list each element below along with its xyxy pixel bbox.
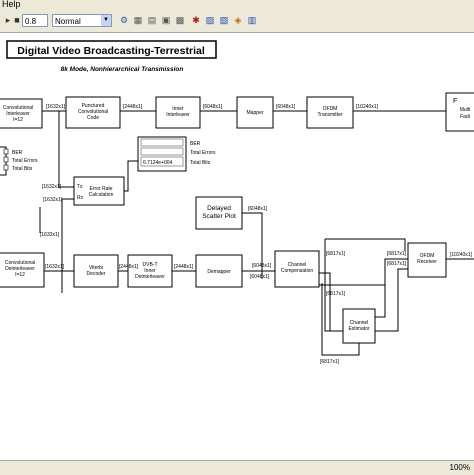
svg-text:BER: BER [12, 150, 23, 156]
svg-text:Fadi: Fadi [460, 114, 470, 120]
diagram-subtitle: 8k Mode, Nonhierarchical Transmission [61, 66, 184, 73]
svg-text:Demapper: Demapper [207, 269, 231, 275]
svg-text:[1632x1]: [1632x1] [43, 197, 63, 203]
svg-text:[6048x1]: [6048x1] [276, 104, 296, 110]
svg-text:[6817x1]: [6817x1] [320, 359, 340, 365]
svg-text:Code: Code [87, 115, 99, 121]
svg-text:Total Errors: Total Errors [12, 158, 38, 164]
svg-text:[10240x1]: [10240x1] [450, 252, 473, 258]
svg-text:I=12: I=12 [15, 272, 25, 278]
total-bits-value: 6.7124e+004 [143, 160, 173, 166]
error-rate-calculation-block[interactable]: Tx Rx Error Rate Calculation [73, 176, 125, 206]
svg-text:I=12: I=12 [13, 117, 23, 123]
profile-icon[interactable]: ▨ [204, 14, 216, 26]
demapper-block[interactable]: Demapper [195, 254, 243, 288]
inner-interleaver-block[interactable]: Inner Interleaver [155, 96, 201, 129]
svg-text:[2448x1]: [2448x1] [174, 264, 194, 270]
svg-text:[6817x1]: [6817x1] [326, 291, 346, 297]
svg-text:[10240x1]: [10240x1] [356, 104, 379, 110]
channel-estimator-block[interactable]: Channel Estimator [342, 308, 376, 344]
library-icon[interactable]: ▤ [146, 14, 158, 26]
svg-text:Total Bits: Total Bits [12, 166, 33, 172]
channel-compensation-block[interactable]: Channel Compensation [274, 250, 320, 288]
svg-text:Tx: Tx [77, 184, 83, 190]
svg-text:[6817x1]: [6817x1] [387, 251, 407, 257]
delayed-scatter-plot-block[interactable]: Delayed Scatter Plot [195, 196, 243, 230]
build-icon[interactable]: ⚙ [118, 14, 130, 26]
config-icon[interactable]: ▩ [174, 14, 186, 26]
diagram-title: Digital Video Broadcasting-Terrestrial [17, 45, 205, 57]
inner-deinterleaver-block[interactable]: DVB-T Inner Deinterleaver [127, 254, 173, 288]
svg-text:Delayed: Delayed [207, 205, 231, 212]
svg-text:[1632x1]: [1632x1] [42, 184, 62, 190]
stop-time-input[interactable]: 0.8 [22, 14, 48, 27]
zoom-level: 100% [449, 463, 470, 472]
svg-text:[1632x1]: [1632x1] [40, 232, 60, 238]
svg-text:Scatter Plot: Scatter Plot [202, 213, 236, 220]
advisor-icon[interactable]: ▧ [218, 14, 230, 26]
model-icon[interactable]: ▦ [132, 14, 144, 26]
svg-text:[6048x1]: [6048x1] [250, 274, 270, 280]
rayleigh-icon: F [453, 98, 457, 105]
model-canvas[interactable]: Digital Video Broadcasting-Terrestrial 8… [0, 33, 474, 460]
ofdm-receiver-block[interactable]: OFDM Receiver [407, 242, 447, 278]
block-diagram: Digital Video Broadcasting-Terrestrial 8… [0, 40, 474, 365]
svg-text:Total Bits: Total Bits [190, 160, 211, 166]
toolbar: ▸ ■ 0.8 Normal ▼ ⚙ ▦ ▤ ▣ ▩ ✱ ▨ ▧ ◈ ▥ [0, 10, 474, 33]
conv-deinterleaver-block[interactable]: Convolutional Deinterleaver I=12 [0, 252, 45, 288]
error-display-block[interactable]: 6.7124e+004 BER Total Errors Total Bits [137, 136, 216, 172]
multipath-fading-block[interactable]: F Multi Fadi [445, 92, 474, 132]
svg-text:Calculation: Calculation [89, 192, 114, 198]
svg-text:BER: BER [190, 141, 201, 147]
svg-text:[1632x1]: [1632x1] [46, 104, 66, 110]
svg-text:[6048x1]: [6048x1] [248, 206, 268, 212]
svg-text:Transmitter: Transmitter [317, 112, 342, 118]
svg-text:[6048x1]: [6048x1] [252, 263, 272, 269]
mapper-block[interactable]: Mapper [236, 96, 274, 129]
svg-text:Decoder: Decoder [87, 271, 106, 277]
svg-text:[6817x1]: [6817x1] [387, 261, 407, 267]
svg-text:Mapper: Mapper [247, 110, 264, 116]
menu-bar: Help [0, 0, 474, 10]
simulation-mode-value: Normal [55, 17, 81, 26]
svg-text:Compensation: Compensation [281, 268, 313, 274]
svg-text:Rx: Rx [77, 195, 84, 201]
ber-display-left[interactable]: BER Total Errors Total Bits [0, 146, 38, 176]
punctured-code-block[interactable]: Punctured Convolutional Code [65, 96, 121, 129]
svg-text:[6817x1]: [6817x1] [326, 251, 346, 257]
simulation-mode-select[interactable]: Normal ▼ [52, 14, 112, 27]
svg-text:Multi: Multi [460, 107, 471, 113]
chevron-down-icon[interactable]: ▼ [101, 15, 111, 26]
svg-text:Estimator: Estimator [348, 326, 369, 332]
svg-text:Interleaver: Interleaver [166, 112, 190, 118]
browser-icon[interactable]: ▥ [246, 14, 258, 26]
svg-text:[6048x1]: [6048x1] [203, 104, 223, 110]
ofdm-transmitter-block[interactable]: OFDM Transmitter [306, 96, 354, 129]
svg-text:[2448x1]: [2448x1] [123, 104, 143, 110]
explorer-icon[interactable]: ▣ [160, 14, 172, 26]
svg-text:[1632x1]: [1632x1] [45, 264, 65, 270]
svg-text:Total Errors: Total Errors [190, 150, 216, 156]
viterbi-decoder-block[interactable]: Viterbi Decoder [73, 254, 119, 288]
debug-icon[interactable]: ✱ [190, 14, 202, 26]
status-bar: 100% [0, 460, 474, 475]
svg-text:Receiver: Receiver [417, 259, 437, 265]
find-icon[interactable]: ◈ [232, 14, 244, 26]
svg-text:Deinterleaver: Deinterleaver [135, 274, 165, 280]
svg-text:[2448x1]: [2448x1] [119, 264, 139, 270]
conv-interleaver-block[interactable]: Convolutional Interleaver I=12 [0, 98, 43, 129]
menu-help[interactable]: Help [2, 0, 21, 9]
